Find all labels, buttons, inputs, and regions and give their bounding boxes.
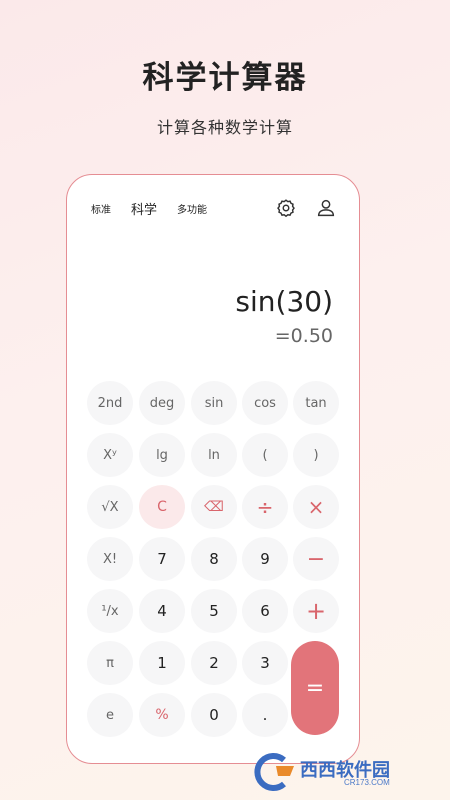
key-e[interactable]: e: [87, 693, 133, 737]
watermark-subtext: CR173.COM: [344, 778, 390, 787]
key-5[interactable]: 5: [191, 589, 237, 633]
key-minus[interactable]: −: [293, 537, 339, 581]
watermark-logo-icon: [254, 753, 294, 791]
key-clear[interactable]: C: [139, 485, 185, 529]
key-lg[interactable]: lg: [139, 433, 185, 477]
watermark: 西西软件园 CR173.COM: [254, 750, 444, 794]
key-2nd[interactable]: 2nd: [87, 381, 133, 425]
key-1[interactable]: 1: [139, 641, 185, 685]
key-reciprocal[interactable]: ¹/x: [87, 589, 133, 633]
key-power[interactable]: Xʸ: [87, 433, 133, 477]
key-9[interactable]: 9: [242, 537, 288, 581]
promo-title: 科学计算器: [142, 60, 308, 96]
key-ln[interactable]: ln: [191, 433, 237, 477]
key-2[interactable]: 2: [191, 641, 237, 685]
key-4[interactable]: 4: [139, 589, 185, 633]
key-6[interactable]: 6: [242, 589, 288, 633]
key-cos[interactable]: cos: [242, 381, 288, 425]
key-7[interactable]: 7: [139, 537, 185, 581]
key-factorial[interactable]: X!: [87, 537, 133, 581]
calculator-screen: 标准 科学 多功能 sin(30) =0.50 2nd deg sin cos …: [66, 174, 360, 764]
promo-subtitle: 计算各种数学计算: [156, 118, 293, 137]
key-deg[interactable]: deg: [139, 381, 185, 425]
key-0[interactable]: 0: [191, 693, 237, 737]
key-8[interactable]: 8: [191, 537, 237, 581]
equals-button[interactable]: =: [291, 641, 339, 735]
key-sin[interactable]: sin: [191, 381, 237, 425]
key-tan[interactable]: tan: [293, 381, 339, 425]
key-plus[interactable]: +: [293, 589, 339, 633]
key-close-paren[interactable]: ): [293, 433, 339, 477]
key-divide[interactable]: ÷: [242, 485, 288, 529]
key-multiply[interactable]: ×: [293, 485, 339, 529]
key-open-paren[interactable]: (: [242, 433, 288, 477]
key-sqrt[interactable]: √X: [87, 485, 133, 529]
backspace-icon[interactable]: ⌫: [191, 485, 237, 529]
keypad: 2nd deg sin cos tan Xʸ lg ln ( ) √X C ⌫ …: [67, 175, 359, 763]
key-percent[interactable]: %: [139, 693, 185, 737]
key-pi[interactable]: π: [87, 641, 133, 685]
key-3[interactable]: 3: [242, 641, 288, 685]
key-decimal[interactable]: .: [242, 693, 288, 737]
